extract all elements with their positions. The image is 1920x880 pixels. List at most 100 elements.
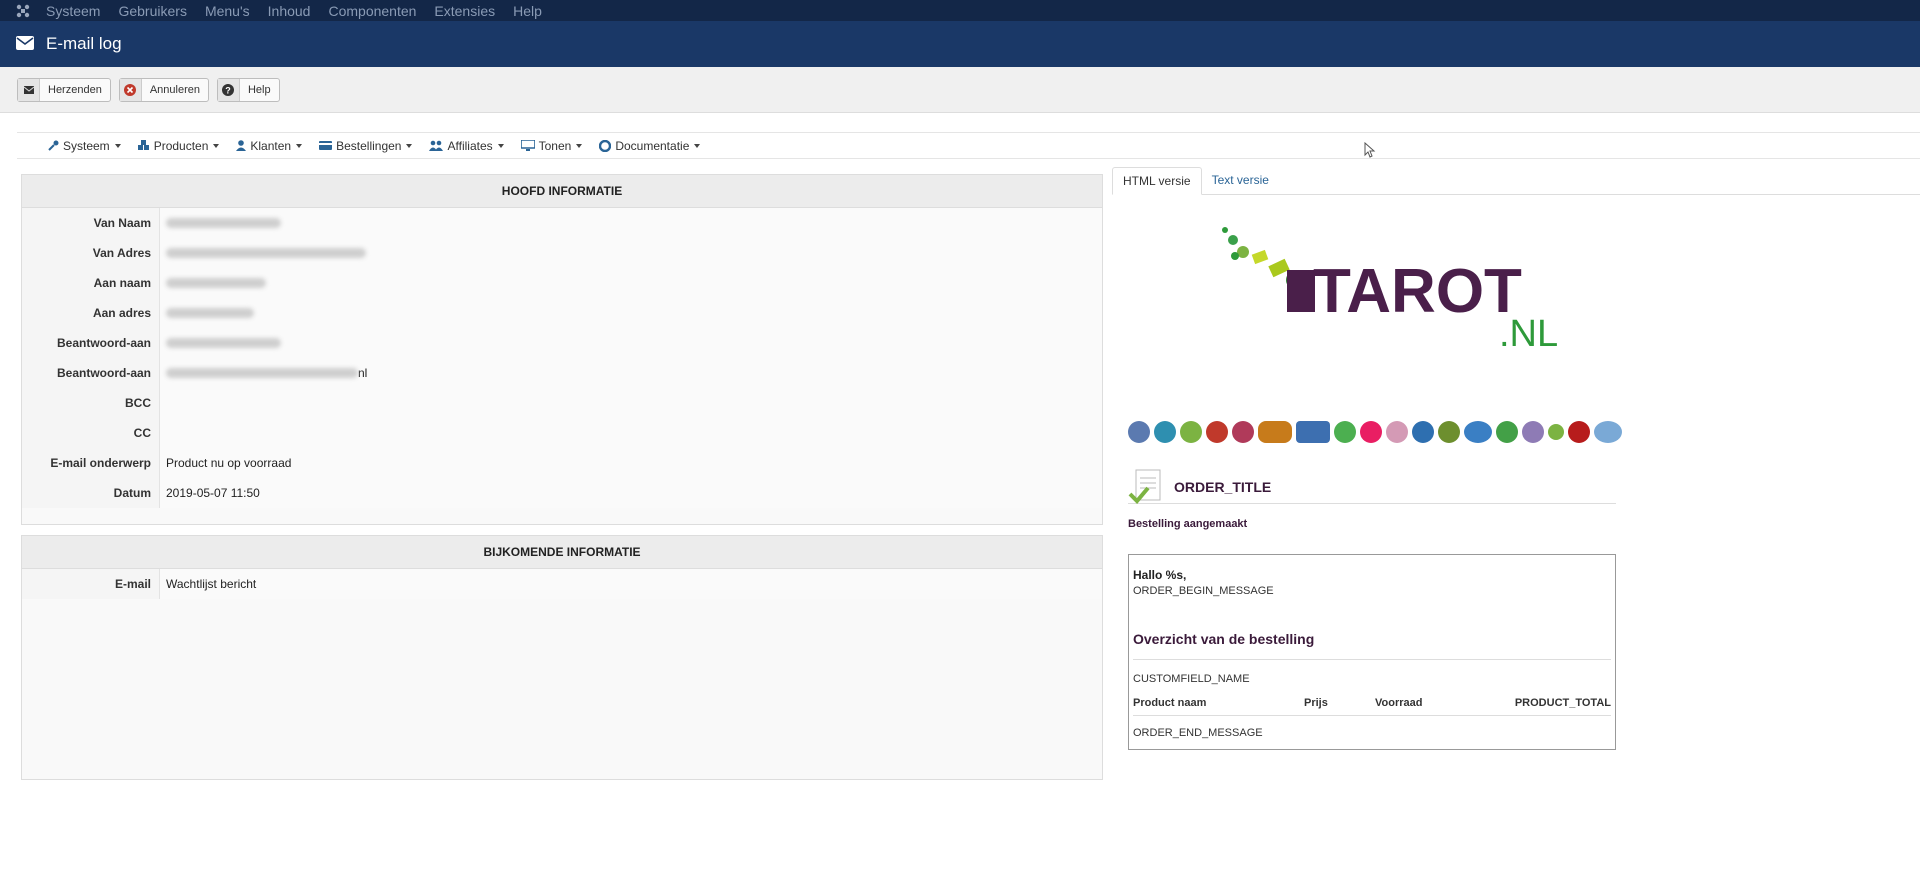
credit-card-icon	[319, 141, 333, 150]
person-icon	[1568, 421, 1590, 443]
info-row-onderwerp: E-mail onderwerp Product nu op voorraad	[22, 447, 1102, 478]
menu-systeem[interactable]: Systeem	[46, 3, 100, 19]
row-value: Product nu op voorraad	[160, 447, 1102, 478]
nav-affiliates[interactable]: Affiliates	[429, 138, 504, 153]
lifebuoy-icon	[599, 139, 612, 152]
row-value	[160, 387, 1102, 418]
nav-label: Bestellingen	[336, 138, 402, 153]
row-value	[160, 417, 1102, 448]
nav-label: Tonen	[538, 138, 572, 153]
row-label: Aan adres	[22, 297, 160, 328]
row-label: Datum	[22, 477, 160, 508]
cancel-button[interactable]: Annuleren	[118, 77, 209, 102]
hands-icon	[1334, 421, 1356, 443]
info-row-datum: Datum 2019-05-07 11:50	[22, 477, 1102, 508]
envelope-icon	[18, 78, 40, 101]
row-value: nl	[160, 357, 1102, 388]
nav-tonen[interactable]: Tonen	[520, 138, 583, 153]
question-icon: ?	[217, 78, 240, 101]
menu-componenten[interactable]: Componenten	[328, 3, 416, 19]
lion-icon	[1258, 421, 1292, 443]
dancer-icon	[1594, 421, 1622, 443]
book-icon	[1128, 421, 1150, 443]
butterfly-icon	[1496, 421, 1518, 443]
order-created-text: Bestelling aangemaakt	[1128, 518, 1248, 530]
nav-label: Systeem	[63, 138, 110, 153]
menu-help[interactable]: Help	[513, 3, 542, 19]
row-label: Beantwoord-aan Naam	[22, 327, 160, 380]
heart-icon	[1360, 421, 1382, 443]
extra-info-panel: BIJKOMENDE INFORMATIE E-mail Wachtlijst …	[21, 535, 1103, 780]
nav-klanten[interactable]: Klanten	[236, 138, 303, 153]
monitor-icon	[520, 140, 535, 151]
svg-text:TAROT: TAROT	[1313, 257, 1522, 326]
row-label: BCC	[22, 387, 160, 418]
menu-inhoud[interactable]: Inhoud	[268, 3, 311, 19]
open-book-icon	[1296, 421, 1330, 443]
document-check-icon	[1128, 468, 1166, 506]
nav-bestellingen[interactable]: Bestellingen	[319, 138, 413, 153]
tab-html-version[interactable]: HTML versie	[1112, 167, 1202, 195]
cards-icon	[1438, 421, 1460, 443]
nav-documentatie[interactable]: Documentatie	[599, 138, 701, 153]
end-message: ORDER_END_MESSAGE	[1133, 727, 1263, 739]
nav-systeem[interactable]: Systeem	[48, 139, 121, 153]
row-value: Wachtlijst bericht	[160, 568, 1102, 599]
row-label: E-mail	[22, 568, 160, 599]
cancel-icon	[119, 78, 142, 101]
users-icon	[429, 140, 444, 151]
nav-label: Klanten	[250, 138, 292, 153]
col-total-header: PRODUCT_TOTAL	[1514, 697, 1611, 709]
resend-button[interactable]: Herzenden	[17, 77, 111, 102]
tab-text-version[interactable]: Text versie	[1202, 167, 1279, 195]
row-label: E-mail onderwerp	[22, 447, 160, 478]
svg-text:?: ?	[226, 85, 232, 95]
nav-producten[interactable]: Producten	[137, 138, 220, 153]
category-icons-row	[1128, 418, 1626, 446]
angel-icon	[1232, 421, 1254, 443]
info-row-aan-naam: Aan naam	[22, 267, 1102, 298]
envelope-icon	[16, 35, 34, 53]
info-row-beantwoord-naam: Beantwoord-aan Naam	[22, 327, 1102, 380]
order-title: ORDER_TITLE	[1174, 478, 1272, 495]
divider	[1133, 715, 1611, 716]
cubes-icon	[137, 140, 150, 151]
menu-extensies[interactable]: Extensies	[434, 3, 495, 19]
info-row-email: E-mail Wachtlijst bericht	[22, 568, 1102, 599]
nav-label: Producten	[153, 138, 209, 153]
menu-gebruikers[interactable]: Gebruikers	[118, 3, 186, 19]
tarot-logo: TAROT .NL	[1215, 222, 1580, 355]
help-button[interactable]: ? Help	[216, 77, 280, 102]
order-heading: ORDER_TITLE	[1128, 468, 1616, 506]
order-mail-box: Hallo %s, ORDER_BEGIN_MESSAGE Overzicht …	[1128, 554, 1616, 750]
row-label: Beantwoord-aan Adres	[22, 357, 160, 410]
info-row-aan-adres: Aan adres	[22, 297, 1102, 328]
col-price-header: Prijs	[1304, 697, 1328, 709]
row-value	[160, 207, 1102, 238]
wrench-icon	[48, 140, 59, 151]
crystals-icon	[1522, 421, 1544, 443]
joomla-logo-icon[interactable]	[0, 0, 46, 21]
component-nav: Systeem Producten Klanten Bestellingen A…	[17, 132, 1920, 159]
svg-text:.NL: .NL	[1499, 313, 1558, 350]
row-label: Van Adres	[22, 237, 160, 268]
menu-menus[interactable]: Menu's	[205, 3, 250, 19]
unicorn-icon	[1464, 421, 1492, 443]
apple-icon	[1548, 424, 1564, 440]
nav-label: Affiliates	[447, 138, 493, 153]
page-header: E-mail log	[0, 21, 1920, 67]
page-title: E-mail log	[46, 34, 122, 53]
info-row-beantwoord-adres: Beantwoord-aan Adres nl	[22, 357, 1102, 410]
toolbar: Herzenden Annuleren ? Help	[0, 67, 1920, 113]
row-value	[160, 327, 1102, 358]
col-product-header: Product naam	[1133, 697, 1207, 709]
begin-message: ORDER_BEGIN_MESSAGE	[1133, 585, 1274, 597]
col-stock-header: Voorraad	[1375, 697, 1423, 709]
greeting: Hallo %s,	[1133, 568, 1187, 582]
row-label: CC	[22, 417, 160, 448]
nav-label: Documentatie	[615, 138, 690, 153]
preview-tabs: HTML versie Text versie	[1112, 167, 1920, 195]
row-value	[160, 297, 1102, 328]
info-row-cc: CC	[22, 417, 1102, 448]
info-row-bcc: BCC	[22, 387, 1102, 418]
